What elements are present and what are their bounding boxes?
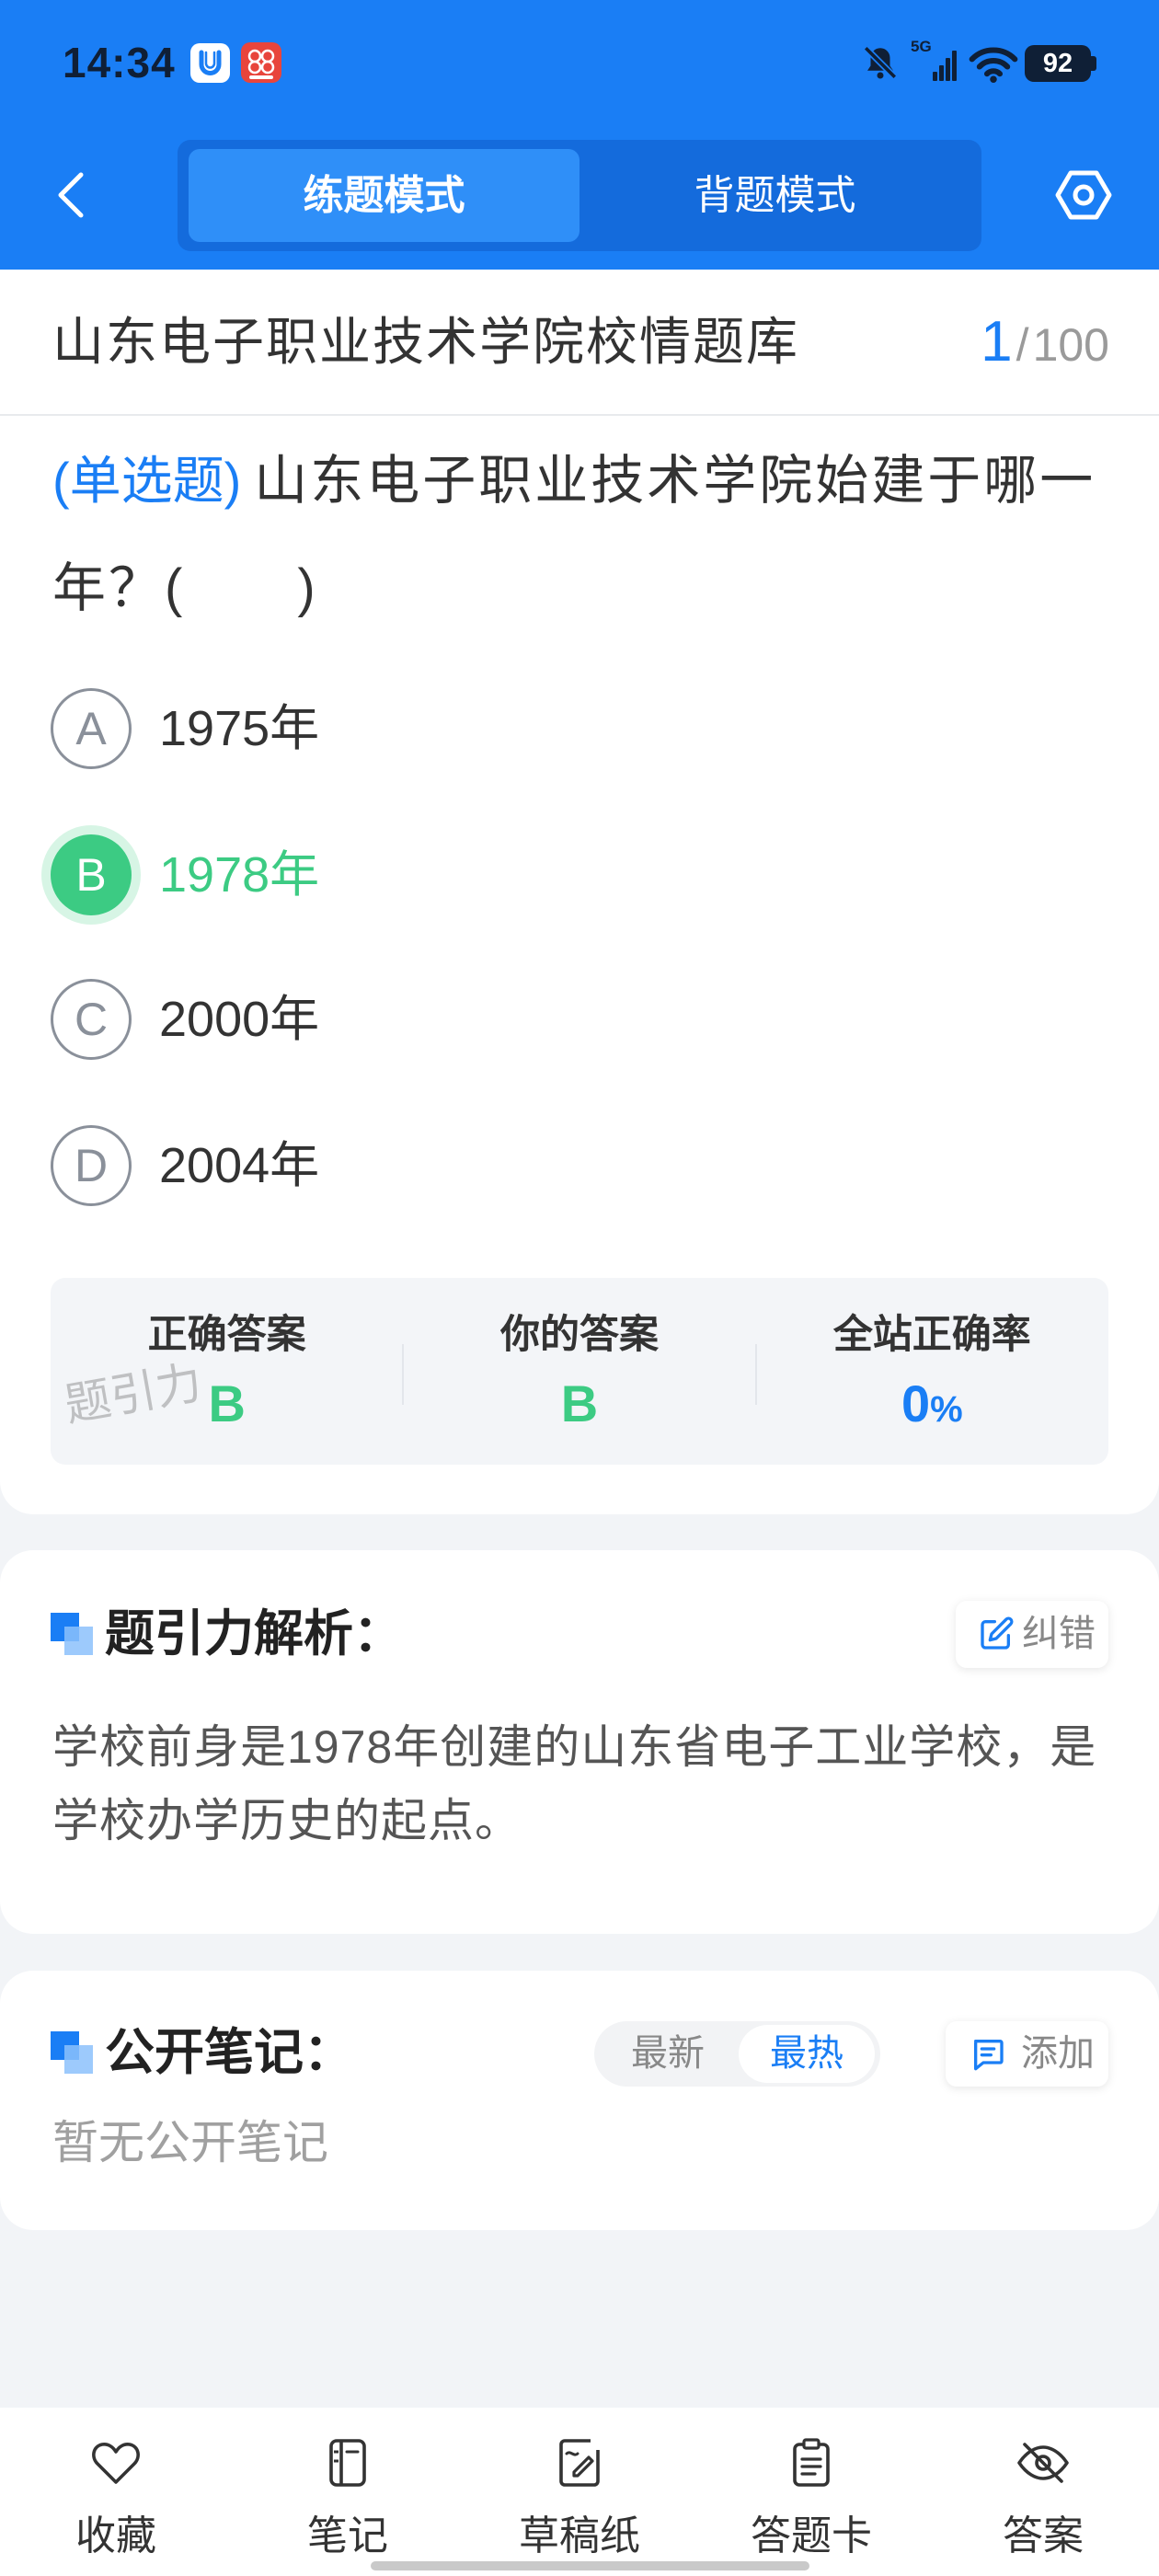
option-c[interactable]: C 2000年: [51, 978, 1108, 1061]
total-questions: 100: [1032, 319, 1109, 371]
analysis-text: 学校前身是1978年创建的山东省电子工业学校，是学校办学历史的起点。: [52, 1721, 1097, 1846]
question-type-tag: (单选题): [52, 452, 242, 510]
accuracy-number: 0: [901, 1374, 931, 1432]
option-text: 2000年: [159, 992, 320, 1047]
back-icon[interactable]: [52, 169, 92, 221]
bank-title: 山东电子职业技术学院校情题库: [52, 313, 799, 371]
answer-sheet-button[interactable]: 答题卡: [695, 2408, 927, 2576]
draft-paper-label: 草稿纸: [519, 2513, 640, 2559]
tab-memorize-mode[interactable]: 背题模式: [580, 149, 970, 242]
option-d[interactable]: D 2004年: [51, 1124, 1108, 1207]
app-u-icon: [190, 43, 230, 83]
sort-newest[interactable]: 最新: [600, 2025, 736, 2083]
option-text: 1978年: [159, 847, 320, 903]
option-text: 2004年: [159, 1138, 320, 1193]
heart-icon: [92, 2443, 140, 2484]
tab-practice-mode[interactable]: 练题模式: [189, 149, 580, 242]
option-letter: D: [51, 1125, 132, 1206]
current-question-number: 1: [981, 310, 1013, 374]
wifi-icon: [969, 47, 1018, 83]
correct-answer-label: 正确答案: [147, 1313, 306, 1357]
option-a[interactable]: A 1975年: [51, 687, 1108, 770]
section-square-icon: [51, 2031, 93, 2074]
favorite-label: 收藏: [75, 2513, 156, 2559]
accuracy-unit: %: [930, 1389, 963, 1430]
show-answer-label: 答案: [1003, 2513, 1084, 2559]
accuracy-stat: 全站正确率 0%: [756, 1278, 1108, 1465]
top-header: 14:34 5G 92 练题模式 背题模式: [0, 0, 1159, 270]
notes-empty-text: 暂无公开笔记: [52, 2117, 328, 2168]
app-red-icon: [241, 42, 281, 83]
notes-button[interactable]: 笔记: [232, 2408, 464, 2576]
battery-nub: [1091, 56, 1096, 71]
your-answer-value: B: [560, 1374, 599, 1432]
accuracy-label: 全站正确率: [832, 1313, 1031, 1357]
battery-icon: 92: [1025, 45, 1091, 82]
add-note-label: 添加: [1021, 2033, 1095, 2074]
notebook-icon: [329, 2439, 366, 2487]
status-time: 14:34: [63, 39, 176, 86]
eye-off-icon: [1017, 2443, 1069, 2483]
question-counter[interactable]: 1/100: [981, 270, 1109, 418]
question-bank-bar: 山东电子职业技术学院校情题库 1/100: [0, 270, 1159, 416]
counter-separator: /: [1016, 319, 1029, 371]
edit-icon: [981, 1616, 1014, 1650]
report-error-label: 纠错: [1022, 1614, 1096, 1654]
comment-icon: [974, 2040, 1004, 2071]
add-note-button[interactable]: 添加: [946, 2021, 1108, 2087]
stat-divider: [402, 1344, 404, 1405]
sort-hottest[interactable]: 最热: [739, 2025, 875, 2083]
option-b[interactable]: B 1978年: [51, 834, 1108, 916]
section-square-icon: [51, 1613, 93, 1655]
bell-muted-icon: [863, 45, 898, 80]
stat-divider: [755, 1344, 757, 1405]
answer-sheet-icon: [793, 2438, 830, 2487]
option-letter: B: [51, 834, 132, 915]
report-error-button[interactable]: 纠错: [956, 1601, 1108, 1668]
settings-icon[interactable]: [1053, 165, 1114, 225]
option-text: 1975年: [159, 701, 320, 756]
draft-paper-icon: [559, 2439, 600, 2487]
home-indicator[interactable]: [371, 2561, 809, 2570]
analysis-title: 题引力解析：: [105, 1606, 403, 1662]
bottom-toolbar: 收藏 笔记 草稿纸 答题卡 答案: [0, 2408, 1159, 2576]
accuracy-value: 0%: [756, 1375, 1108, 1438]
show-answer-button[interactable]: 答案: [927, 2408, 1159, 2576]
mode-switch: 练题模式 背题模式: [178, 140, 981, 251]
app-screen: 14:34 5G 92 练题模式 背题模式 山东电子职业技术学院校情题库 1/1…: [0, 0, 1159, 2576]
draft-paper-button[interactable]: 草稿纸: [464, 2408, 695, 2576]
notes-sort-toggle: 最新 最热: [594, 2021, 880, 2087]
question-text: (单选题) 山东电子职业技术学院始建于哪一年？( ): [52, 434, 1110, 650]
notes-label: 笔记: [307, 2513, 388, 2559]
answer-sheet-label: 答题卡: [751, 2513, 872, 2559]
answer-result-panel: 正确答案 B 你的答案 B 全站正确率 0%: [51, 1278, 1108, 1465]
option-letter: C: [51, 979, 132, 1060]
your-answer-stat: 你的答案 B: [403, 1278, 755, 1465]
notes-card: [0, 1971, 1159, 2230]
option-letter: A: [51, 688, 132, 769]
signal-icon: [933, 51, 957, 81]
favorite-button[interactable]: 收藏: [0, 2408, 232, 2576]
notes-title: 公开笔记：: [105, 2025, 353, 2080]
your-answer-label: 你的答案: [499, 1313, 659, 1357]
